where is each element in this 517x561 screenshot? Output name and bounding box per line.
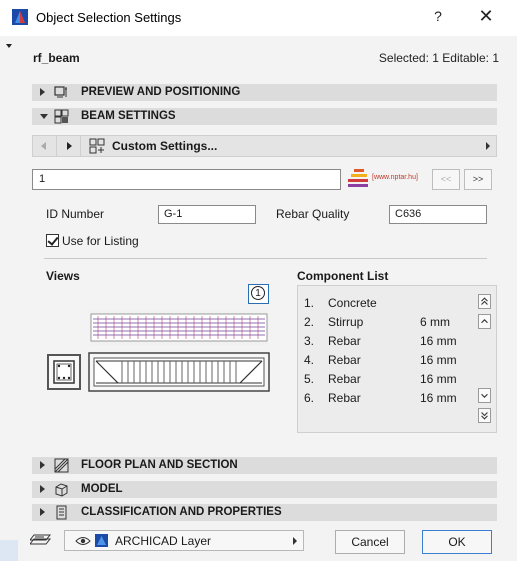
expand-right-icon [40,88,45,96]
panel-model[interactable]: MODEL [32,481,497,498]
expand-down-icon [40,114,48,119]
classification-icon [56,505,67,520]
panel-beam-settings[interactable]: BEAM SETTINGS [32,108,497,125]
layer-select[interactable]: ARCHICAD Layer [64,530,304,551]
next-arrow-icon [67,142,72,150]
panel-label: BEAM SETTINGS [81,110,176,122]
view-number-badge[interactable]: 1 [248,284,269,304]
expand-right-icon [40,461,45,469]
page-next-button[interactable]: >> [464,169,492,190]
list-item[interactable]: 2. Stirrup 6 mm [304,315,474,333]
views-title: Views [46,269,80,283]
background-window-edge [0,540,18,561]
panel-label: FLOOR PLAN AND SECTION [81,459,238,471]
list-item[interactable]: 4. Rebar 16 mm [304,353,474,371]
custom-settings-label[interactable]: Custom Settings... [112,139,217,153]
divider [44,258,487,259]
expand-right-icon [40,508,45,516]
panel-label: PREVIEW AND POSITIONING [81,86,241,98]
list-item[interactable]: 6. Rebar 16 mm [304,391,474,409]
component-list-title: Component List [297,269,389,283]
title-bar: Object Selection Settings ? ✕ [0,0,517,36]
id-number-label: ID Number [46,207,105,221]
custom-settings-icon [89,138,105,154]
preview-positioning-icon [54,86,67,98]
custom-settings-bar: Custom Settings... [32,135,497,157]
selection-info: Selected: 1 Editable: 1 [378,51,499,65]
move-bottom-icon[interactable] [478,408,491,423]
list-item[interactable]: 5. Rebar 16 mm [304,372,474,390]
model-cube-icon [55,483,68,497]
move-top-icon[interactable] [478,294,491,309]
id-number-field[interactable]: G-1 [158,205,256,224]
eye-icon [75,537,91,545]
beam-side-view-image [88,352,270,392]
prev-settings-button[interactable] [33,136,57,156]
panel-floor-plan-section[interactable]: FLOOR PLAN AND SECTION [32,457,497,474]
dropdown-arrow-icon [293,537,297,545]
ok-button[interactable]: OK [422,530,492,554]
move-down-icon[interactable] [478,388,491,403]
layers-icon [30,534,52,545]
panel-classification-properties[interactable]: CLASSIFICATION AND PROPERTIES [32,504,497,521]
prev-arrow-icon [41,142,46,150]
beam-top-view-image [90,310,268,345]
beam-section-view-image [47,354,81,390]
layer-name: ARCHICAD Layer [115,534,212,548]
move-up-icon[interactable] [478,314,491,329]
rebar-quality-field[interactable]: C636 [389,205,487,224]
nptar-logo: [www.nptar.hu] [348,167,430,191]
submenu-arrow-icon[interactable] [486,142,490,150]
cancel-button[interactable]: Cancel [335,530,405,554]
archicad-layer-icon [95,534,108,547]
use-for-listing-checkbox[interactable] [46,234,59,247]
page-prev-button[interactable]: << [432,169,460,190]
logo-url: [www.nptar.hu] [372,174,418,181]
close-button[interactable]: ✕ [476,6,496,27]
search-field[interactable]: 1 [32,169,341,190]
list-item[interactable]: 1. Concrete [304,296,474,314]
component-list: 1. Concrete 2. Stirrup 6 mm 3. Rebar 16 … [297,285,497,433]
header-collapse-icon[interactable] [6,44,12,48]
archicad-app-icon [12,9,28,25]
floor-plan-icon [54,458,69,473]
dialog-window: Object Selection Settings ? ✕ rf_beam Se… [0,0,517,561]
panel-label: MODEL [81,483,123,495]
next-settings-button[interactable] [57,136,81,156]
object-name: rf_beam [33,51,80,65]
help-button[interactable]: ? [428,8,448,24]
expand-right-icon [40,485,45,493]
panel-preview-positioning[interactable]: PREVIEW AND POSITIONING [32,84,497,101]
panel-label: CLASSIFICATION AND PROPERTIES [81,506,282,518]
beam-settings-icon [54,109,69,124]
rebar-quality-label: Rebar Quality [276,207,350,221]
dialog-title: Object Selection Settings [36,10,182,25]
list-item[interactable]: 3. Rebar 16 mm [304,334,474,352]
use-for-listing-label[interactable]: Use for Listing [62,234,139,248]
